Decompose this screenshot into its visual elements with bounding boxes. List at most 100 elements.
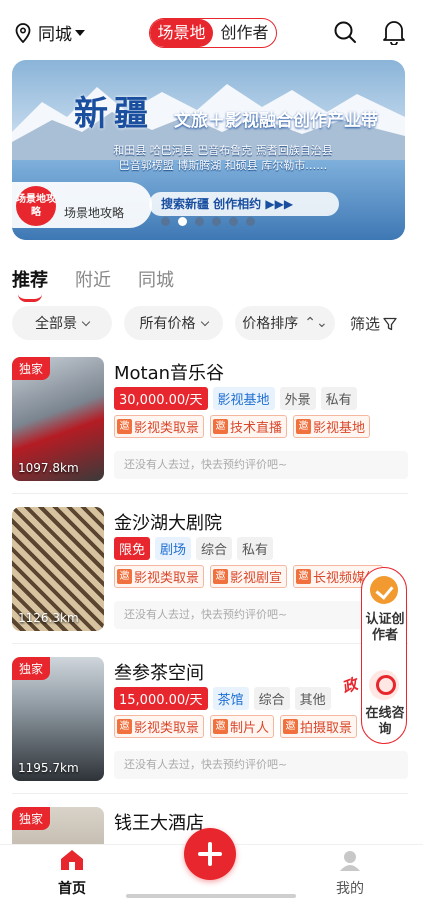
sort-icon: ⌃⌄	[304, 315, 328, 331]
service-label: 影视基地	[313, 421, 366, 436]
listing-card[interactable]: 1126.3km 金沙湖大剧院 限免 剧场 综合 私有 邀影视类取景 邀影视剧宣…	[12, 507, 408, 631]
publish-plus-button[interactable]	[184, 828, 236, 880]
caret-down-icon	[75, 29, 85, 36]
attr-tag: 私有	[320, 387, 357, 410]
review-prompt[interactable]: 还没有人去过，快去预约评价吧~	[114, 451, 408, 479]
carousel-dots	[161, 217, 255, 226]
tab-recommend[interactable]: 推荐	[12, 266, 48, 302]
exclusive-badge: 独家	[12, 807, 51, 830]
filter-all-areas[interactable]: 全部景	[12, 306, 112, 340]
tab-nearby[interactable]: 附近	[75, 266, 111, 292]
type-tag: 影视基地	[212, 387, 275, 410]
carousel-dot-active[interactable]	[178, 217, 187, 226]
location-pin-icon	[15, 22, 31, 43]
funnel-icon	[383, 317, 397, 330]
nav-home[interactable]: 首页	[54, 849, 90, 898]
feed-tabs: 推荐 附近 同城	[12, 266, 174, 302]
carousel-dot[interactable]	[212, 217, 221, 226]
filter-bar: 全部景 所有价格 价格排序 ⌃⌄	[12, 306, 335, 340]
invite-icon: 邀	[296, 419, 312, 434]
exclusive-badge: 独家	[12, 357, 51, 380]
listing-thumbnail[interactable]: 独家 1097.8km	[12, 357, 104, 481]
type-tag: 茶馆	[212, 687, 249, 710]
invite-icon: 邀	[283, 719, 299, 734]
customer-service-icon[interactable]	[369, 670, 399, 700]
listing-thumbnail[interactable]: 1126.3km	[12, 507, 104, 631]
service-label: 影视类取景	[134, 421, 200, 436]
banner-subtitle: 文旅＋影视融合创作产业带	[174, 111, 378, 131]
carousel-dot[interactable]	[161, 217, 170, 226]
invite-icon: 邀	[296, 569, 312, 584]
nav-mine-label: 我的	[336, 881, 364, 897]
tab-same-city[interactable]: 同城	[138, 266, 174, 292]
filter-prices-label: 所有价格	[139, 316, 196, 332]
attr-tag: 外景	[279, 387, 316, 410]
invite-icon: 邀	[213, 719, 229, 734]
service-tag: 邀影视类取景	[114, 715, 205, 738]
carousel-dot[interactable]	[246, 217, 255, 226]
price-tag: 限免	[114, 537, 151, 560]
location-label: 同城	[38, 25, 72, 45]
filter-screen-button[interactable]: 筛选	[350, 313, 397, 334]
service-tag: 邀影视类取景	[114, 565, 205, 588]
nav-mine[interactable]: 我的	[330, 849, 370, 898]
invite-icon: 邀	[117, 719, 132, 734]
service-label: 拍摄取景	[300, 721, 353, 736]
banner-title: 新疆	[74, 94, 154, 134]
service-label: 影视类取景	[134, 721, 200, 736]
filter-price-sort[interactable]: 价格排序 ⌃⌄	[235, 306, 335, 340]
nav-home-label: 首页	[58, 881, 86, 897]
invite-icon: 邀	[213, 419, 229, 434]
filter-prices[interactable]: 所有价格	[124, 306, 223, 340]
invite-icon: 邀	[213, 569, 229, 584]
listing-thumbnail[interactable]: 独家 1195.7km	[12, 657, 104, 781]
certified-icon[interactable]	[370, 576, 398, 604]
carousel-dot[interactable]	[229, 217, 238, 226]
user-avatar-icon	[340, 851, 360, 871]
service-tag: 邀影视剧宣	[210, 565, 288, 588]
location-selector[interactable]: 同城	[14, 20, 85, 45]
type-tag: 剧场	[155, 537, 192, 560]
home-indicator	[126, 894, 296, 898]
search-icon[interactable]	[333, 20, 357, 44]
promo-banner[interactable]: 新疆 文旅＋影视融合创作产业带 和田县 哈巴河县 巴音布鲁克 焉耆回族自治县 巴…	[12, 60, 405, 240]
attr-tag: 其他	[294, 687, 331, 710]
service-label: 影视类取景	[134, 571, 200, 586]
chevron-down-icon	[81, 317, 91, 326]
certify-creator-label[interactable]: 认证创作者	[364, 612, 406, 644]
online-consult-label[interactable]: 在线咨询	[364, 706, 406, 738]
service-tags: 邀影视类取景 邀制片人 邀拍摄取景	[114, 715, 358, 738]
filter-all-areas-label: 全部景	[35, 316, 77, 332]
listing-thumbnail[interactable]: 独家	[12, 807, 104, 844]
listing-title[interactable]: Motan音乐谷	[114, 359, 224, 385]
listing-tags: 限免 剧场 综合 私有	[114, 537, 274, 560]
listing-title[interactable]: 叁参茶空间	[114, 659, 204, 685]
banner-regions-1: 和田县 哈巴河县 巴音布鲁克 焉耆回族自治县	[113, 144, 333, 157]
review-prompt[interactable]: 还没有人去过，快去预约评价吧~	[114, 751, 408, 779]
divider	[12, 793, 408, 794]
listing-tags: 30,000.00/天 影视基地 外景 私有	[114, 387, 357, 410]
carousel-dot[interactable]	[195, 217, 204, 226]
home-icon	[61, 850, 83, 870]
scene-guide-label[interactable]: 场景地攻略	[64, 204, 124, 221]
divider	[12, 643, 408, 644]
banner-search-strip[interactable]: 搜索新疆 创作相约 ▶▶▶	[149, 192, 339, 216]
listing-tags: 15,000.00/天 茶馆 综合 其他	[114, 687, 331, 710]
distance-label: 1195.7km	[18, 761, 79, 775]
listing-title[interactable]: 金沙湖大剧院	[114, 509, 222, 535]
filter-screen-label: 筛选	[350, 315, 381, 333]
distance-label: 1097.8km	[18, 461, 79, 475]
bell-icon[interactable]	[382, 19, 406, 45]
service-tag: 邀拍摄取景	[280, 715, 358, 738]
listing-card[interactable]: 独家 1097.8km Motan音乐谷 30,000.00/天 影视基地 外景…	[12, 357, 408, 481]
listing-title[interactable]: 钱王大酒店	[114, 809, 204, 835]
segment-scene[interactable]: 场景地	[150, 19, 213, 47]
banner-regions-2: 巴音郭楞盟 博斯腾湖 和硕县 库尔勒市……	[118, 159, 328, 172]
service-tag: 邀影视类取景	[114, 415, 205, 438]
service-tag: 邀技术直播	[210, 415, 288, 438]
segment-switch: 场景地 创作者	[149, 18, 277, 48]
segment-creator[interactable]: 创作者	[213, 19, 276, 47]
service-tag: 邀影视基地	[293, 415, 371, 438]
floating-actions: 认证创作者 在线咨询	[361, 567, 407, 744]
chevron-down-icon	[200, 317, 209, 326]
